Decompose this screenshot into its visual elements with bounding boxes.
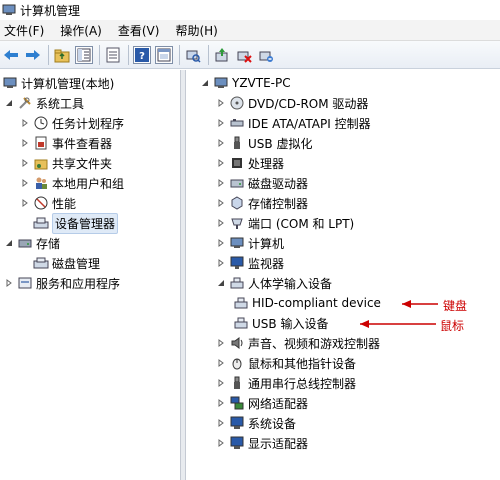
annotation-keyboard-label: 键盘 [443, 299, 468, 313]
annotation-layer [360, 300, 438, 328]
annotation-arrow-keyboard [402, 300, 438, 308]
annotation-arrow-mouse [360, 320, 436, 328]
annotation-mouse-label: 鼠标 [440, 319, 465, 333]
